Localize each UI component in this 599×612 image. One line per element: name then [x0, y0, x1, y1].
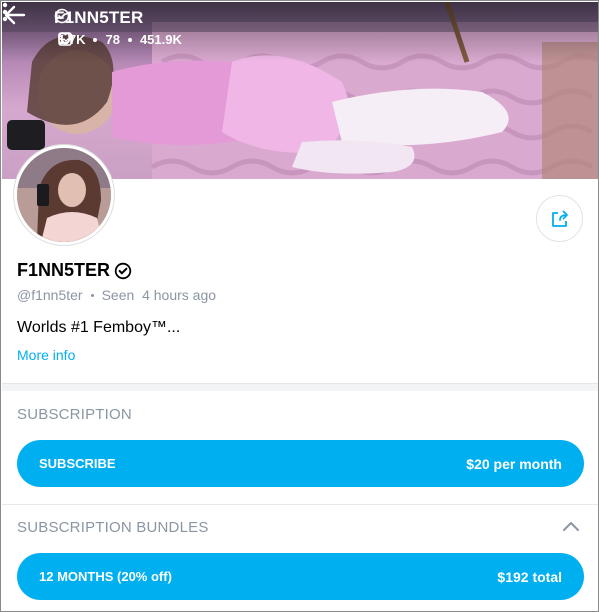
heart-icon [58, 32, 73, 45]
stat-separator [93, 37, 98, 42]
subscribe-button[interactable]: SUBSCRIBE $20 per month [17, 440, 584, 487]
bundle-12-months-button[interactable]: 12 MONTHS (20% off) $192 total [17, 553, 584, 600]
avatar-photo [17, 148, 111, 242]
profile-page: F1NN5TER 1.7K 78 [0, 0, 599, 612]
profile-name: F1NN5TER [17, 260, 132, 281]
verified-icon [114, 262, 132, 279]
stat-likes: 451.9K [58, 32, 182, 47]
subscribe-price: $20 per month [466, 455, 562, 472]
header-title: F1NN5TER [54, 8, 143, 28]
more-info-link[interactable]: More info [17, 347, 75, 363]
separator-dot [90, 293, 94, 297]
bundles-heading: SUBSCRIPTION BUNDLES [17, 519, 209, 536]
bundle-price: $192 total [497, 568, 562, 585]
chevron-up-icon[interactable] [562, 520, 580, 532]
profile-handle: @f1nn5ter [17, 287, 83, 303]
avatar[interactable] [14, 145, 114, 245]
profile-bio: Worlds #1 Femboy™... [17, 319, 181, 336]
subscribe-button-label: SUBSCRIBE [39, 456, 116, 471]
verified-icon [54, 8, 70, 24]
bundle-label: 12 MONTHS (20% off) [39, 569, 172, 584]
last-seen: Seen 4 hours ago [101, 287, 217, 303]
profile-name-text: F1NN5TER [17, 260, 111, 280]
stat-likes-value: 451.9K [139, 32, 182, 47]
share-button[interactable] [536, 195, 583, 242]
stat-videos-value: 78 [105, 32, 120, 47]
share-icon [551, 210, 568, 227]
header-stats: 1.7K 78 451.9K [58, 32, 182, 47]
section-separator [2, 383, 598, 391]
stat-videos: 78 [58, 32, 120, 47]
stat-separator [127, 37, 132, 42]
more-vertical-icon[interactable] [2, 2, 8, 22]
handle-row: @f1nn5ter Seen 4 hours ago [17, 287, 216, 303]
subscription-heading: SUBSCRIPTION [17, 406, 132, 423]
divider [2, 504, 598, 505]
